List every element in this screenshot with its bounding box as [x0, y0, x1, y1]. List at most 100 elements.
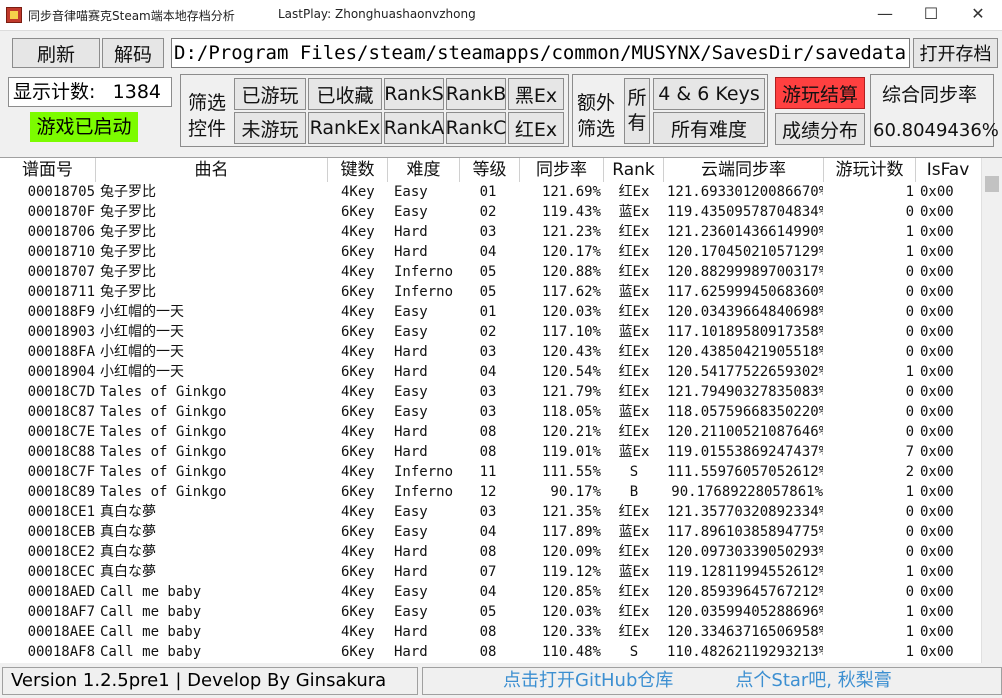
table-row[interactable]: 00018C89 Tales of Ginkgo 6Key Inferno 12 90.1… — [0, 482, 980, 502]
cell-rank: 蓝Ex — [618, 204, 650, 220]
filter-black-ex-button[interactable]: 黑Ex — [508, 78, 564, 110]
header-song-name[interactable]: 曲名 — [96, 158, 328, 182]
decode-button[interactable]: 解码 — [102, 38, 164, 68]
scrollbar-thumb[interactable] — [985, 176, 999, 192]
minimize-button[interactable]: — — [862, 0, 908, 30]
cell-level: 08 — [479, 544, 497, 560]
github-links: 点击打开GitHub仓库 点个Star吧, 秋梨膏 — [422, 667, 1002, 695]
cell-cloud-sync: 117.62599945068360% — [667, 284, 823, 300]
cell-cloud-sync: 120.54177522659302% — [667, 364, 823, 380]
cell-sync-rate: 120.09% — [541, 544, 601, 560]
table-row[interactable]: 00018903 小红帽的一天 6Key Easy 02 117.10% 蓝Ex 117.10… — [0, 322, 980, 342]
cell-chart-id: 00018AF7 — [27, 604, 95, 620]
table-row[interactable]: 00018AEE Call me baby 4Key Hard 08 120.33% 红Ex… — [0, 622, 980, 642]
cell-difficulty: Easy — [394, 584, 428, 600]
table-row[interactable]: 00018CE2 真白な夢 4Key Hard 08 120.09% 红Ex 120.0973… — [0, 542, 980, 562]
chart-table[interactable]: 谱面号 曲名 键数 难度 等级 同步率 Rank 云端同步率 游玩计数 IsFa… — [0, 157, 1002, 663]
cell-cloud-sync: 120.85939645767212% — [667, 584, 823, 600]
score-distribution-button[interactable]: 成绩分布 — [775, 113, 865, 145]
table-row[interactable]: 000188FA 小红帽的一天 4Key Hard 03 120.43% 红Ex 120.43… — [0, 342, 980, 362]
filter-favorited-button[interactable]: 已收藏 — [308, 78, 382, 110]
cell-song-name: 小红帽的一天 — [100, 304, 184, 320]
filter-unplayed-button[interactable]: 未游玩 — [234, 112, 306, 144]
cell-is-fav: 0x00 — [920, 204, 954, 220]
github-link[interactable]: 点击打开GitHub仓库 — [503, 670, 673, 691]
open-save-button[interactable]: 打开存档 — [913, 38, 998, 68]
filter-rank-ex-button[interactable]: RankEx — [308, 112, 382, 144]
cell-cloud-sync: 119.12811994552612% — [667, 564, 823, 580]
table-row[interactable]: 00018CEC 真白な夢 6Key Hard 07 119.12% 蓝Ex 119.1281… — [0, 562, 980, 582]
cell-sync-rate: 121.79% — [541, 384, 601, 400]
cell-is-fav: 0x00 — [920, 524, 954, 540]
cell-difficulty: Easy — [394, 384, 428, 400]
cell-is-fav: 0x00 — [920, 364, 954, 380]
table-row[interactable]: 00018C88 Tales of Ginkgo 6Key Hard 08 119.01%… — [0, 442, 980, 462]
close-button[interactable]: ✕ — [955, 0, 1001, 30]
cell-song-name: Tales of Ginkgo — [100, 484, 227, 500]
filter-played-button[interactable]: 已游玩 — [234, 78, 306, 110]
filter-rank-c-button[interactable]: RankC — [446, 112, 506, 144]
cell-is-fav: 0x00 — [920, 544, 954, 560]
table-row[interactable]: 00018711 兔子罗比 6Key Inferno 05 117.62% 蓝Ex 117.6… — [0, 282, 980, 302]
header-is-fav[interactable]: IsFav — [916, 158, 980, 182]
cell-song-name: 兔子罗比 — [100, 264, 156, 280]
header-keys[interactable]: 键数 — [328, 158, 388, 182]
all-keys-button[interactable]: 所 有 — [624, 78, 650, 144]
table-row[interactable]: 00018C7D Tales of Ginkgo 4Key Easy 03 121.79%… — [0, 382, 980, 402]
cell-keys: 4Key — [341, 224, 375, 240]
cell-sync-rate: 120.33% — [541, 624, 601, 640]
filter-red-ex-button[interactable]: 红Ex — [508, 112, 564, 144]
cell-chart-id: 00018C88 — [27, 444, 95, 460]
table-row[interactable]: 00018CE1 真白な夢 4Key Easy 03 121.35% 红Ex 121.3577… — [0, 502, 980, 522]
header-cloud-sync[interactable]: 云端同步率 — [664, 158, 824, 182]
filter-rank-s-button[interactable]: RankS — [384, 78, 444, 110]
header-rank[interactable]: Rank — [604, 158, 664, 182]
table-row[interactable]: 00018705 兔子罗比 4Key Easy 01 121.69% 红Ex 121.6933… — [0, 182, 980, 202]
table-row[interactable]: 00018AED Call me baby 4Key Easy 04 120.85% 红Ex… — [0, 582, 980, 602]
table-row[interactable]: 00018C7E Tales of Ginkgo 4Key Hard 08 120.21%… — [0, 422, 980, 442]
cell-song-name: Tales of Ginkgo — [100, 404, 227, 420]
table-row[interactable]: 00018C87 Tales of Ginkgo 6Key Easy 03 118.05%… — [0, 402, 980, 422]
table-row[interactable]: 00018706 兔子罗比 4Key Hard 03 121.23% 红Ex 121.2360… — [0, 222, 980, 242]
cell-song-name: Tales of Ginkgo — [100, 464, 227, 480]
cell-level: 01 — [479, 184, 497, 200]
cell-keys: 6Key — [341, 644, 375, 660]
cell-difficulty: Hard — [394, 344, 428, 360]
cell-chart-id: 00018904 — [27, 364, 95, 380]
header-play-count[interactable]: 游玩计数 — [824, 158, 916, 182]
table-row[interactable]: 00018AF8 Call me baby 6Key Hard 08 110.48% S 11… — [0, 642, 980, 662]
cell-level: 08 — [479, 444, 497, 460]
cell-is-fav: 0x00 — [920, 284, 954, 300]
table-row[interactable]: 0001870F 兔子罗比 6Key Easy 02 119.43% 蓝Ex 119.4350… — [0, 202, 980, 222]
difficulty-filter-button[interactable]: 所有难度 — [653, 112, 765, 144]
table-row[interactable]: 00018707 兔子罗比 4Key Inferno 05 120.88% 红Ex 120.8… — [0, 262, 980, 282]
table-row[interactable]: 00018710 兔子罗比 6Key Hard 04 120.17% 红Ex 120.1704… — [0, 242, 980, 262]
star-link[interactable]: 点个Star吧, 秋梨膏 — [735, 670, 891, 691]
cell-chart-id: 00018CE1 — [27, 504, 95, 520]
maximize-button[interactable]: ☐ — [908, 0, 954, 30]
header-sync-rate[interactable]: 同步率 — [520, 158, 604, 182]
filter-rank-a-button[interactable]: RankA — [384, 112, 444, 144]
cell-chart-id: 00018CE2 — [27, 544, 95, 560]
version-label: Version 1.2.5pre1 | Develop By Ginsakura — [2, 667, 418, 695]
vertical-scrollbar[interactable] — [981, 158, 1002, 663]
table-row[interactable]: 00018904 小红帽的一天 6Key Hard 04 120.54% 红Ex 120.54… — [0, 362, 980, 382]
table-row[interactable]: 00018C7F Tales of Ginkgo 4Key Inferno 11 111.… — [0, 462, 980, 482]
header-difficulty[interactable]: 难度 — [388, 158, 460, 182]
play-result-button[interactable]: 游玩结算 — [775, 77, 865, 109]
table-row[interactable]: 00018CEB 真白な夢 6Key Easy 04 117.89% 蓝Ex 117.8961… — [0, 522, 980, 542]
table-header: 谱面号 曲名 键数 难度 等级 同步率 Rank 云端同步率 游玩计数 IsFa… — [0, 158, 980, 182]
table-row[interactable]: 00018AF7 Call me baby 6Key Easy 05 120.03% 红Ex… — [0, 602, 980, 622]
header-chart-id[interactable]: 谱面号 — [0, 158, 96, 182]
refresh-button[interactable]: 刷新 — [12, 38, 100, 68]
cell-song-name: Call me baby — [100, 604, 202, 620]
keys-filter-button[interactable]: 4 & 6 Keys — [653, 78, 765, 110]
filter-rank-b-button[interactable]: RankB — [446, 78, 506, 110]
cell-keys: 4Key — [341, 584, 375, 600]
save-path-input[interactable]: D:/Program Files/steam/steamapps/common/… — [171, 38, 910, 68]
cell-play-count: 1 — [905, 624, 914, 640]
table-row[interactable]: 000188F9 小红帽的一天 4Key Easy 01 120.03% 红Ex 120.03… — [0, 302, 980, 322]
cell-cloud-sync: 121.35770320892334% — [667, 504, 823, 520]
cell-difficulty: Hard — [394, 444, 428, 460]
header-level[interactable]: 等级 — [460, 158, 520, 182]
